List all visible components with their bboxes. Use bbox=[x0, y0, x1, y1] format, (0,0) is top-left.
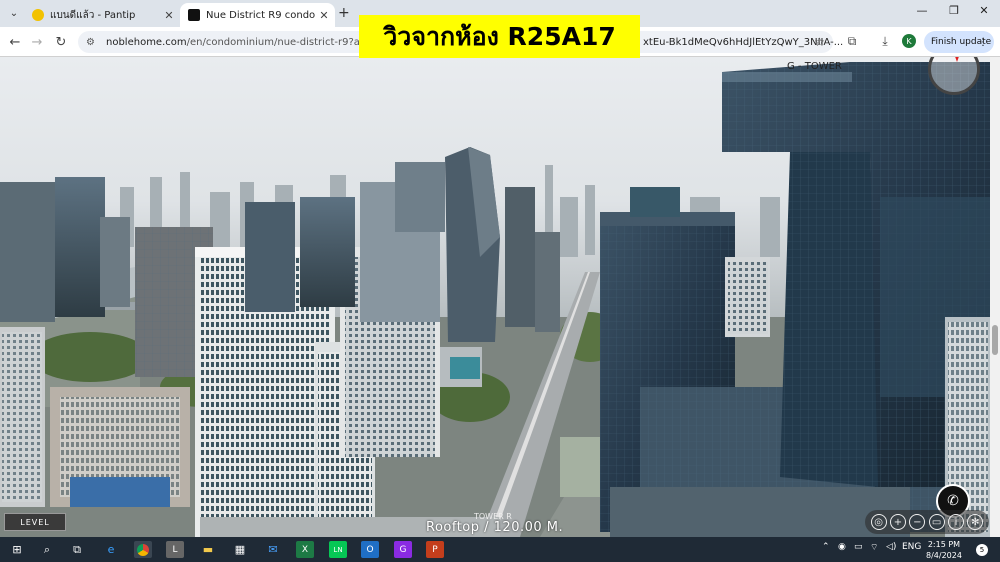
edge-icon[interactable]: e bbox=[102, 541, 120, 558]
zoom-in-icon[interactable]: + bbox=[889, 514, 906, 530]
minimize-icon[interactable]: — bbox=[912, 4, 932, 17]
g-tower-label: G - TOWER bbox=[787, 61, 842, 72]
rooftop-height-label: Rooftop / 120.00 M. bbox=[426, 520, 564, 535]
system-clock[interactable]: 2:15 PM 8/4/2024 bbox=[926, 539, 962, 561]
powerpoint-icon[interactable]: P bbox=[426, 541, 444, 558]
mail-icon[interactable]: ✉ bbox=[264, 541, 282, 558]
gyro-icon[interactable]: ◎ bbox=[870, 514, 887, 530]
phone-icon: ✆ bbox=[947, 493, 959, 509]
extensions-icon[interactable]: ⧉ bbox=[844, 34, 860, 49]
settings-icon[interactable]: ✻ bbox=[967, 514, 984, 530]
level-button[interactable]: LEVEL bbox=[4, 513, 66, 531]
clock-time: 2:15 PM bbox=[927, 540, 961, 549]
room-view-banner: วิวจากห้อง R25A17 bbox=[359, 15, 640, 58]
battery-icon[interactable]: ▭ bbox=[854, 542, 863, 552]
windows-start-icon[interactable]: ⊞ bbox=[8, 541, 26, 558]
app-g-icon[interactable]: G bbox=[394, 541, 412, 558]
tab-pantip[interactable]: แบนดีแล้ว - Pantip ✕ bbox=[24, 3, 180, 27]
reload-icon[interactable]: ↻ bbox=[52, 33, 70, 51]
city-panorama-image[interactable] bbox=[0, 57, 990, 537]
url-tail: xtEu-Bk1dMeQv6hHdJlEtYzQwY_3NIIA-... bbox=[643, 36, 844, 48]
download-icon[interactable]: ⤓ bbox=[877, 34, 893, 49]
window-close-icon[interactable]: ✕ bbox=[974, 4, 994, 17]
search-icon[interactable]: ⌕ bbox=[38, 541, 56, 558]
wifi-icon[interactable]: ⌔ bbox=[870, 542, 878, 553]
line-icon[interactable]: LN bbox=[329, 541, 347, 558]
restore-icon[interactable]: ❐ bbox=[944, 4, 964, 17]
pantip-favicon-icon bbox=[32, 9, 44, 21]
fullscreen-icon[interactable]: ▭ bbox=[928, 514, 945, 530]
clock-date: 8/4/2024 bbox=[926, 551, 962, 560]
panorama-viewport[interactable]: G - TOWER LEVEL TOWER R Rooftop / 120.00… bbox=[0, 57, 1000, 537]
app-l-icon[interactable]: L bbox=[166, 541, 184, 558]
tab-title: แบนดีแล้ว - Pantip bbox=[50, 9, 136, 21]
tab-title: Nue District R9 condo next to G bbox=[206, 9, 317, 21]
site-info-icon[interactable]: ⚙ bbox=[86, 37, 100, 48]
noble-favicon-icon bbox=[188, 9, 200, 21]
forward-icon[interactable]: → bbox=[28, 33, 46, 51]
page-scrollbar[interactable] bbox=[990, 57, 1000, 537]
compass-needle-icon bbox=[952, 57, 962, 62]
finish-update-button[interactable]: Finish update ⋮ bbox=[924, 31, 994, 53]
tray-chevron-icon[interactable]: ⌃ bbox=[822, 542, 830, 552]
volume-icon[interactable]: ◁) bbox=[886, 542, 896, 552]
file-explorer-icon[interactable]: ▬ bbox=[199, 541, 217, 558]
notification-badge[interactable]: 5 bbox=[976, 544, 988, 556]
profile-avatar[interactable]: K bbox=[902, 34, 916, 48]
tab-nue-district[interactable]: Nue District R9 condo next to G ✕ bbox=[180, 3, 335, 27]
url-domain: noblehome.com bbox=[106, 36, 187, 48]
language-indicator[interactable]: ENG bbox=[902, 542, 921, 552]
zoom-out-icon[interactable]: − bbox=[909, 514, 926, 530]
task-view-icon[interactable]: ⧉ bbox=[68, 541, 86, 558]
windows-taskbar: ⊞ ⌕ ⧉ e L ▬ ▦ ✉ X LN O G P ⌃ ◉ ▭ ⌔ ◁) EN… bbox=[0, 537, 1000, 562]
outlook-icon[interactable]: O bbox=[361, 541, 379, 558]
info-icon[interactable]: i bbox=[947, 514, 964, 530]
chrome-icon[interactable] bbox=[134, 541, 152, 558]
scrollbar-thumb[interactable] bbox=[992, 325, 998, 355]
tray-app-icon[interactable]: ◉ bbox=[838, 542, 846, 552]
tab-search-icon[interactable]: ⌄ bbox=[4, 4, 24, 22]
bookmark-star-icon[interactable]: ☆ bbox=[814, 35, 825, 49]
new-tab-icon[interactable]: + bbox=[338, 5, 350, 21]
excel-icon[interactable]: X bbox=[296, 541, 314, 558]
menu-dots-icon: ⋮ bbox=[978, 36, 988, 48]
close-icon[interactable]: ✕ bbox=[317, 9, 331, 22]
store-icon[interactable]: ▦ bbox=[231, 541, 249, 558]
close-icon[interactable]: ✕ bbox=[162, 9, 176, 22]
back-icon[interactable]: ← bbox=[6, 33, 24, 51]
viewer-controls: ◎ + − ▭ i ✻ bbox=[865, 510, 989, 534]
